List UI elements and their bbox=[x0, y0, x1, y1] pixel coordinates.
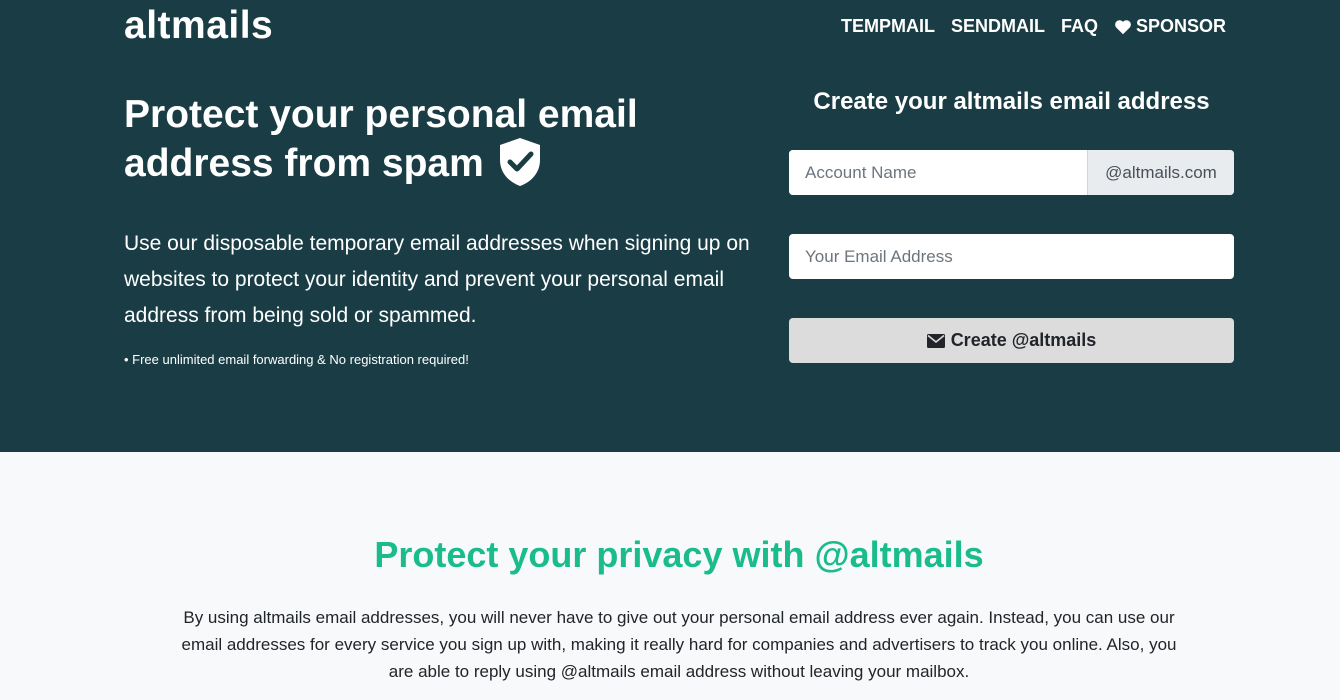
create-button-label: Create @altmails bbox=[950, 330, 1097, 350]
nav-sponsor[interactable]: SPONSOR bbox=[1114, 16, 1226, 37]
privacy-section: Protect your privacy with @altmails By u… bbox=[0, 452, 1340, 700]
nav-faq[interactable]: FAQ bbox=[1061, 16, 1098, 37]
hero-section: altmails TEMPMAIL SENDMAIL FAQ SPONSOR P… bbox=[0, 0, 1340, 452]
hero-headline: Protect your personal email address from… bbox=[124, 90, 684, 188]
hero-headline-text: Protect your personal email address from… bbox=[124, 93, 638, 185]
hero-description: Use our disposable temporary email addre… bbox=[124, 232, 750, 327]
create-button[interactable]: Create @altmails bbox=[789, 318, 1234, 363]
account-name-input[interactable] bbox=[789, 150, 1087, 195]
heart-icon bbox=[1115, 19, 1131, 34]
form-title: Create your altmails email address bbox=[813, 88, 1210, 115]
privacy-body: By using altmails email addresses, you w… bbox=[181, 608, 1177, 681]
logo[interactable]: altmails bbox=[124, 4, 273, 48]
account-input-group: @altmails.com bbox=[789, 150, 1234, 195]
domain-suffix: @altmails.com bbox=[1087, 150, 1234, 195]
nav-tempmail[interactable]: TEMPMAIL bbox=[841, 16, 935, 37]
nav-sendmail[interactable]: SENDMAIL bbox=[951, 16, 1045, 37]
email-address-input[interactable] bbox=[789, 234, 1234, 279]
envelope-icon bbox=[926, 333, 945, 348]
shield-check-icon bbox=[499, 137, 540, 186]
privacy-heading: Protect your privacy with @altmails bbox=[374, 534, 984, 575]
nav-sponsor-label: SPONSOR bbox=[1135, 16, 1226, 36]
hero-note: • Free unlimited email forwarding & No r… bbox=[124, 352, 469, 367]
top-nav: TEMPMAIL SENDMAIL FAQ SPONSOR bbox=[841, 16, 1226, 37]
